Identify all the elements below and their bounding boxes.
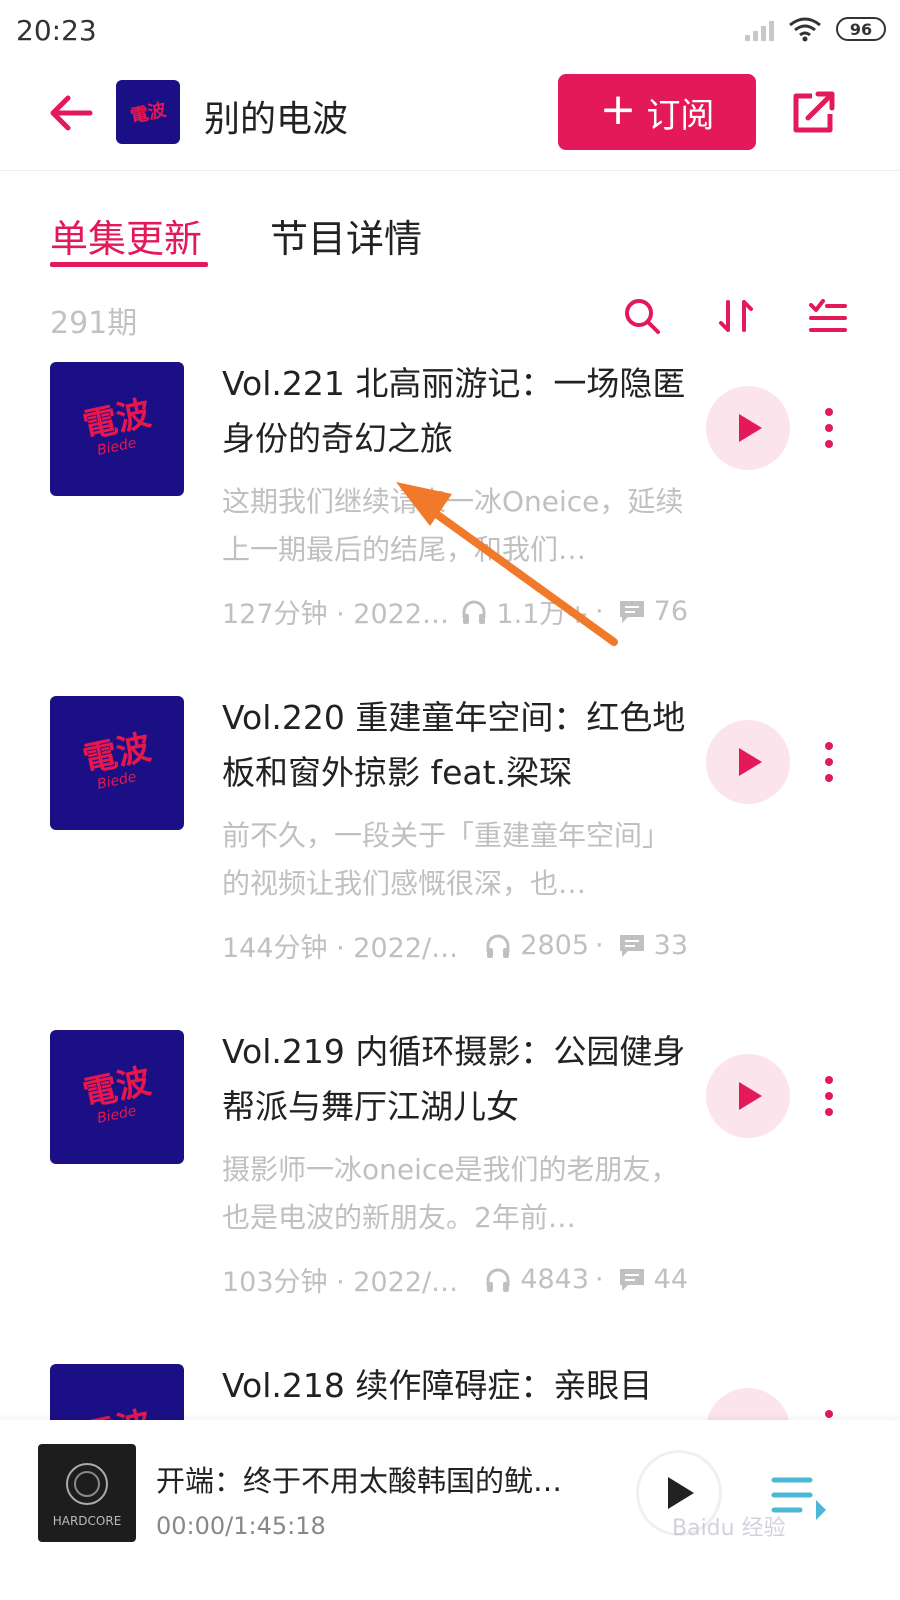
subscribe-button[interactable]: + 订阅: [558, 74, 756, 150]
cover-main-text: 電波: [80, 1404, 155, 1420]
episode-title[interactable]: Vol.221 北高丽游记：一场隐匿身份的奇幻之旅: [222, 356, 690, 466]
status-time: 20:23: [16, 14, 97, 47]
tab-active-indicator: [50, 262, 208, 267]
episode-duration-date: 144分钟 · 2022/…: [222, 933, 459, 964]
more-options-icon[interactable]: [814, 1408, 844, 1420]
comment-icon: [619, 1268, 644, 1291]
episode-cover: 電波 Biede: [50, 1030, 184, 1164]
play-icon: [739, 414, 762, 442]
cover-main-text: 電波: [79, 727, 155, 781]
status-icons: 96: [745, 16, 886, 42]
episode-comments: 44: [653, 1264, 688, 1295]
play-button[interactable]: [706, 720, 790, 804]
wifi-icon: [789, 17, 821, 42]
episode-cover: 電波: [50, 1364, 184, 1420]
player-cover-art: [66, 1463, 108, 1505]
episode-comments: 33: [653, 930, 688, 961]
episode-meta: 103分钟 · 2022/… 4843 · 44: [222, 1260, 688, 1299]
player-title: 开端：终于不用太酸韩国的鱿…: [156, 1464, 563, 1498]
more-options-icon[interactable]: [814, 406, 844, 450]
batch-select-icon[interactable]: [808, 296, 848, 336]
episode-comments: 76: [653, 596, 688, 627]
mini-player[interactable]: HARDCORE 开端：终于不用太酸韩国的鱿… 00:00/1:45:18 Ba…: [0, 1420, 900, 1600]
play-icon: [739, 748, 762, 776]
episode-description: 前不久，一段关于「重建童年空间」的视频让我们感慨很深，也…: [222, 819, 671, 900]
comment-icon: [619, 934, 644, 957]
meta-separator: ·: [595, 930, 604, 961]
episode-item[interactable]: 電波 Vol.218 续作障碍症：亲眼目: [0, 1364, 900, 1420]
search-icon[interactable]: [622, 296, 662, 336]
more-options-icon[interactable]: [814, 1074, 844, 1118]
back-arrow-icon[interactable]: [46, 88, 96, 138]
watermark: Baidu 经验: [672, 1516, 786, 1541]
episode-title[interactable]: Vol.218 续作障碍症：亲眼目: [222, 1364, 690, 1408]
headphones-icon: [486, 934, 510, 958]
podcast-title: 别的电波: [204, 99, 349, 140]
episode-title[interactable]: Vol.219 内循环摄影：公园健身帮派与舞厅江湖儿女: [222, 1024, 690, 1134]
tab-episodes[interactable]: 单集更新: [50, 208, 202, 263]
episode-duration-date: 103分钟 · 2022/…: [222, 1267, 459, 1298]
play-icon: [739, 1082, 762, 1110]
cover-main-text: 電波: [79, 1061, 155, 1115]
headphones-icon: [486, 1268, 510, 1292]
podcast-header: 電波 别的电波 + 订阅: [0, 62, 900, 171]
share-icon[interactable]: [788, 88, 838, 138]
more-options-icon[interactable]: [814, 740, 844, 784]
signal-icon: [745, 17, 774, 41]
sort-icon[interactable]: [716, 296, 756, 336]
battery-indicator: 96: [836, 17, 886, 41]
episode-title[interactable]: Vol.220 重建童年空间：红色地板和窗外掠影 feat.梁琛: [222, 690, 690, 800]
episode-description: 摄影师一冰oneice是我们的老朋友，也是电波的新朋友。2年前…: [222, 1153, 679, 1234]
episode-meta: 127分钟 · 2022… 1.1万+ · 76: [222, 592, 688, 631]
play-icon: [668, 1477, 694, 1509]
episode-duration-date: 127分钟 · 2022…: [222, 599, 449, 630]
player-cover: HARDCORE: [38, 1444, 136, 1542]
player-cover-text: HARDCORE: [52, 1514, 122, 1528]
meta-separator: ·: [595, 596, 604, 627]
cover-main-text: 電波: [79, 393, 155, 447]
player-time: 00:00/1:45:18: [156, 1512, 326, 1540]
headphones-icon: [462, 600, 486, 624]
episode-description: 这期我们继续请来一冰Oneice，延续上一期最后的结尾，和我们…: [222, 485, 684, 566]
episode-cover: 電波 Biede: [50, 696, 184, 830]
episode-item[interactable]: 電波 Biede Vol.219 内循环摄影：公园健身帮派与舞厅江湖儿女 摄影师…: [0, 1030, 900, 1364]
comment-icon: [619, 600, 644, 623]
meta-separator: ·: [595, 1264, 604, 1295]
episode-meta: 144分钟 · 2022/… 2805 · 33: [222, 926, 688, 965]
play-button[interactable]: [706, 386, 790, 470]
episode-plays: 4843: [520, 1264, 590, 1295]
podcast-cover: 電波: [116, 80, 180, 144]
plus-icon: +: [599, 84, 637, 135]
episode-cover: 電波 Biede: [50, 362, 184, 496]
episode-item[interactable]: 電波 Biede Vol.220 重建童年空间：红色地板和窗外掠影 feat.梁…: [0, 696, 900, 1030]
episode-plays: 1.1万+: [496, 599, 590, 630]
subscribe-label: 订阅: [646, 95, 715, 136]
play-button[interactable]: [706, 1388, 790, 1420]
episode-item[interactable]: 電波 Biede Vol.221 北高丽游记：一场隐匿身份的奇幻之旅 这期我们继…: [0, 362, 900, 696]
episode-plays: 2805: [520, 930, 590, 961]
tab-details[interactable]: 节目详情: [270, 208, 422, 263]
podcast-cover-text: 電波: [128, 99, 169, 128]
status-bar: 20:23 96: [0, 0, 900, 62]
play-button[interactable]: [706, 1054, 790, 1138]
episode-count: 291期: [50, 306, 138, 341]
